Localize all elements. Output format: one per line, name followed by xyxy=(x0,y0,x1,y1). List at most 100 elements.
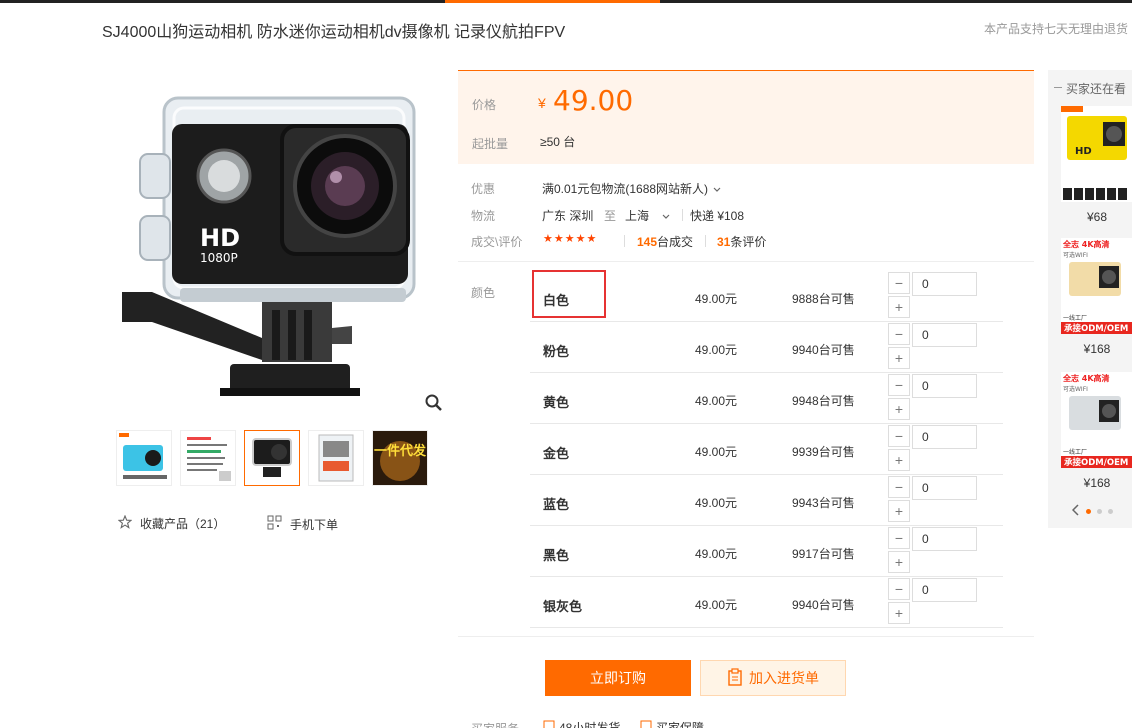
discount-value: 满0.01元包物流(1688网站新人) xyxy=(542,182,709,196)
to-word: 至 xyxy=(604,209,617,223)
chevron-down-icon xyxy=(662,209,670,223)
destination-selector[interactable]: 上海 xyxy=(625,207,670,224)
sku-stock: 9940台可售 xyxy=(792,598,855,612)
decrement-button[interactable]: − xyxy=(888,272,910,294)
increment-button[interactable]: + xyxy=(888,500,910,522)
decrement-button[interactable]: − xyxy=(888,476,910,498)
sku-color-name[interactable]: 白色 xyxy=(543,290,569,309)
quantity-input[interactable] xyxy=(912,425,977,449)
deals-label: 成交\评价 xyxy=(471,235,523,249)
factory-tag: 一线工厂 xyxy=(1063,448,1087,456)
section-divider xyxy=(458,261,1034,262)
sku-stock: 9917台可售 xyxy=(792,547,855,561)
camera-illustration: HD 1080P xyxy=(122,96,416,396)
moq-value: ≥50 台 xyxy=(540,135,576,149)
quantity-input[interactable] xyxy=(912,272,977,296)
service-48h[interactable]: 48小时发货 xyxy=(543,719,620,728)
thumb-spec-sheet[interactable] xyxy=(180,430,236,486)
sku-row: 黄色 49.00元 9948台可售 −+ xyxy=(530,373,1003,424)
sku-unit-price: 49.00元 xyxy=(695,547,738,561)
price-value: 49.00 xyxy=(553,84,634,117)
deals-count: 145 xyxy=(637,235,658,249)
decrement-button[interactable]: − xyxy=(888,374,910,396)
side-item-badge: 全志 4K高清 xyxy=(1062,373,1110,383)
buy-now-button[interactable]: 立即订购 xyxy=(545,660,691,696)
sku-stock: 9940台可售 xyxy=(792,343,855,357)
discount-label: 优惠 xyxy=(471,182,496,196)
reviews-summary[interactable]: 31条评价 xyxy=(717,233,766,250)
service-guarantee-label: 买家保障 xyxy=(656,721,705,728)
mobile-order-label: 手机下单 xyxy=(290,517,339,532)
discount-dropdown[interactable]: 满0.01元包物流(1688网站新人) xyxy=(542,180,721,197)
deals-summary[interactable]: 145台成交 xyxy=(637,233,693,250)
side-item-badge: HD xyxy=(1075,146,1092,157)
sku-color-name[interactable]: 黄色 xyxy=(543,392,569,411)
increment-button[interactable]: + xyxy=(888,347,910,369)
currency-symbol: ¥ xyxy=(538,95,546,111)
buyer-service-label: 买家服务 xyxy=(471,720,519,728)
main-product-image[interactable]: HD 1080P xyxy=(112,82,446,416)
divider xyxy=(705,235,706,247)
sku-stock: 9939台可售 xyxy=(792,445,855,459)
top-bar xyxy=(0,0,1132,3)
service-48h-label: 48小时发货 xyxy=(559,721,621,728)
zoom-icon[interactable] xyxy=(423,392,445,414)
service-guarantee[interactable]: 买家保障 xyxy=(640,719,704,728)
decrement-button[interactable]: − xyxy=(888,527,910,549)
sku-color-name[interactable]: 金色 xyxy=(543,443,569,462)
quantity-input[interactable] xyxy=(912,527,977,551)
sku-unit-price: 49.00元 xyxy=(695,445,738,459)
increment-button[interactable]: + xyxy=(888,602,910,624)
thumb-package[interactable] xyxy=(308,430,364,486)
quantity-input[interactable] xyxy=(912,476,977,500)
decrement-button[interactable]: − xyxy=(888,425,910,447)
return-policy-note: 本产品支持七天无理由退货 xyxy=(983,22,1128,36)
shield-icon xyxy=(640,720,652,728)
favorite-button[interactable]: 收藏产品（21） xyxy=(117,514,225,532)
sku-unit-price: 49.00元 xyxy=(695,598,738,612)
add-to-cart-button[interactable]: 加入进货单 xyxy=(700,660,846,696)
sku-color-name[interactable]: 粉色 xyxy=(543,341,569,360)
quantity-input[interactable] xyxy=(912,323,977,347)
increment-button[interactable]: + xyxy=(888,449,910,471)
also-viewed-price: ¥168 xyxy=(1083,476,1111,490)
sku-unit-price: 49.00元 xyxy=(695,394,738,408)
also-viewed-item[interactable]: 全志 4K高清 可选WIFI 一线工厂 承接ODM/OEM ¥168 xyxy=(1061,238,1132,356)
mobile-order-button[interactable]: 手机下单 xyxy=(267,515,338,533)
carousel-dot[interactable] xyxy=(1097,509,1102,514)
price-label: 价格 xyxy=(472,98,497,112)
quantity-input[interactable] xyxy=(912,374,977,398)
carousel-dot[interactable] xyxy=(1086,509,1091,514)
sku-color-name[interactable]: 蓝色 xyxy=(543,494,569,513)
increment-button[interactable]: + xyxy=(888,296,910,318)
sku-unit-price: 49.00元 xyxy=(695,292,738,306)
thumb-promo[interactable]: 一件代发 xyxy=(372,430,428,486)
thumb-blue-camera[interactable] xyxy=(116,430,172,486)
quantity-input[interactable] xyxy=(912,578,977,602)
divider xyxy=(624,235,625,247)
also-viewed-item[interactable]: HD ¥68 xyxy=(1061,106,1132,224)
side-item-footer: 承接ODM/OEM xyxy=(1064,457,1128,468)
also-viewed-image: 全志 4K高清 可选WIFI 一线工厂 承接ODM/OEM xyxy=(1061,238,1132,334)
clipboard-icon xyxy=(727,667,743,689)
sku-color-name[interactable]: 黑色 xyxy=(543,545,569,564)
sku-row: 粉色 49.00元 9940台可售 −+ xyxy=(530,322,1003,373)
increment-button[interactable]: + xyxy=(888,551,910,573)
sku-stock: 9888台可售 xyxy=(792,292,855,306)
decrement-button[interactable]: − xyxy=(888,323,910,345)
add-to-cart-label: 加入进货单 xyxy=(749,670,819,686)
sku-color-name[interactable]: 银灰色 xyxy=(543,596,582,615)
also-viewed-image: 全志 4K高清 可选WIFI 一线工厂 承接ODM/OEM xyxy=(1061,372,1132,468)
moq-label: 起批量 xyxy=(472,137,509,151)
chevron-left-icon[interactable] xyxy=(1071,504,1080,519)
carousel-dot[interactable] xyxy=(1108,509,1113,514)
wifi-note: 可选WIFI xyxy=(1063,251,1088,259)
sku-row: 蓝色 49.00元 9943台可售 −+ xyxy=(530,475,1003,526)
rating-stars: ★★★★★ xyxy=(543,233,598,245)
thumb-black-camera[interactable] xyxy=(244,430,300,486)
increment-button[interactable]: + xyxy=(888,398,910,420)
also-viewed-item[interactable]: 全志 4K高清 可选WIFI 一线工厂 承接ODM/OEM ¥168 xyxy=(1061,372,1132,490)
decrement-button[interactable]: − xyxy=(888,578,910,600)
reviews-suffix: 条评价 xyxy=(730,235,767,249)
also-viewed-price: ¥68 xyxy=(1086,210,1108,224)
